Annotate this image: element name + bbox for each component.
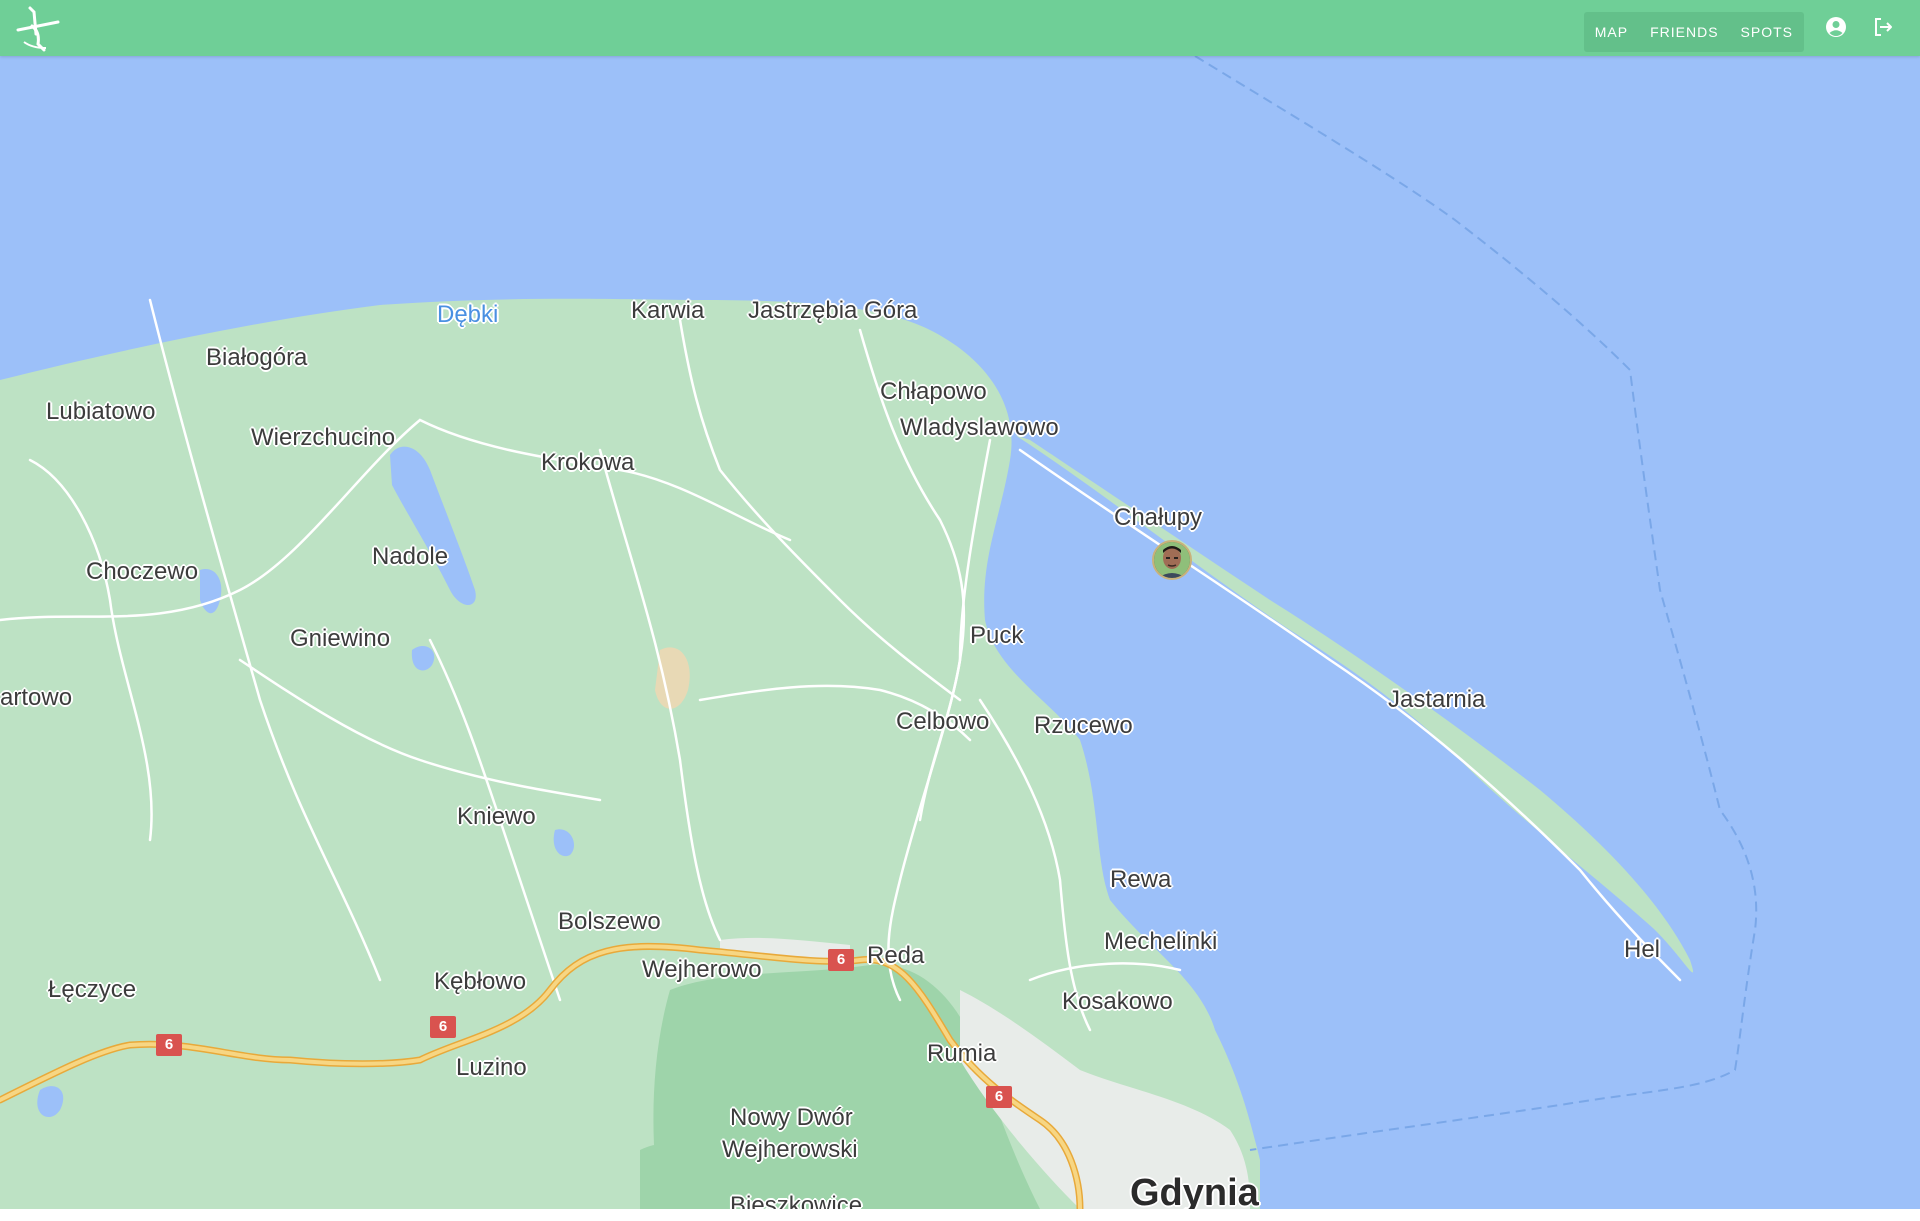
map-label-place: Karwia	[631, 297, 705, 324]
map-label-place: Chałupy	[1114, 504, 1203, 531]
map-label-place: Rumia	[927, 1040, 997, 1067]
map-label-place: Nadole	[372, 543, 449, 570]
map-label-place: Reda	[867, 942, 925, 969]
logout-icon[interactable]	[1871, 15, 1895, 39]
map-label-water: Dębki	[437, 301, 499, 328]
map-label-place: Mechelinki	[1104, 928, 1218, 955]
map-base-layer	[0, 56, 1758, 1209]
account-circle-icon[interactable]	[1824, 15, 1848, 39]
main-nav: MAP FRIENDS SPOTS	[1583, 12, 1804, 52]
avatar-face-icon	[1154, 542, 1190, 578]
bottom-strip	[0, 1209, 1920, 1221]
map-label-place: Bieszkowice	[730, 1192, 863, 1209]
map-label-place: Celbowo	[896, 708, 990, 735]
map-label-city: Gdynia	[1130, 1172, 1259, 1209]
map-label-place: Jastrzębia Góra	[748, 297, 918, 324]
map-label-place: Lubiatowo	[46, 398, 156, 425]
map-label-place: Puck	[970, 622, 1024, 649]
map-label-place: Kębłowo	[434, 968, 527, 995]
map-label-place: Nowy Dwór	[730, 1104, 853, 1131]
map-label-place: Wladyslawowo	[900, 414, 1059, 441]
map-label-place: Bolszewo	[558, 908, 661, 935]
map-label-place: Wejherowski	[722, 1136, 858, 1163]
map-label-place: Białogóra	[206, 344, 308, 371]
map-label-place: Wejherowo	[642, 956, 762, 983]
route-shield: 6	[430, 1016, 456, 1038]
map-label-place: Hel	[1624, 936, 1661, 963]
nav-spots[interactable]: SPOTS	[1730, 12, 1804, 52]
maritime-boundary	[1194, 56, 1758, 1151]
map-label-place: Choczewo	[86, 558, 199, 585]
map-label-place: Chłapowo	[880, 378, 987, 405]
map-label-place: Kosakowo	[1062, 988, 1173, 1015]
map-label-place: Krokowa	[541, 449, 635, 476]
map-label-place: Jastarnia	[1388, 686, 1486, 713]
route-shield: 6	[828, 949, 854, 971]
nav-friends[interactable]: FRIENDS	[1639, 12, 1729, 52]
map-label-place: Rewa	[1110, 866, 1172, 893]
map-label-place: Gniewino	[290, 625, 391, 652]
top-navigation-bar: MAP FRIENDS SPOTS	[0, 0, 1920, 56]
friend-avatar-marker[interactable]	[1152, 540, 1192, 580]
windsurfer-logo-icon[interactable]	[10, 4, 62, 52]
nav-map[interactable]: MAP	[1584, 12, 1639, 52]
map-label-place: Kniewo	[457, 803, 536, 830]
map-canvas[interactable]: Dębki Karwia Jastrzębia Góra Białogóra L…	[0, 56, 1920, 1209]
route-shield: 6	[156, 1034, 182, 1056]
map-label-place: Rzucewo	[1034, 712, 1133, 739]
map-label-place: Łęczyce	[48, 976, 137, 1003]
map-label-place: artowo	[0, 684, 73, 711]
route-shield: 6	[986, 1086, 1012, 1108]
map-label-place: Wierzchucino	[251, 424, 396, 451]
map-label-place: Luzino	[456, 1054, 527, 1081]
